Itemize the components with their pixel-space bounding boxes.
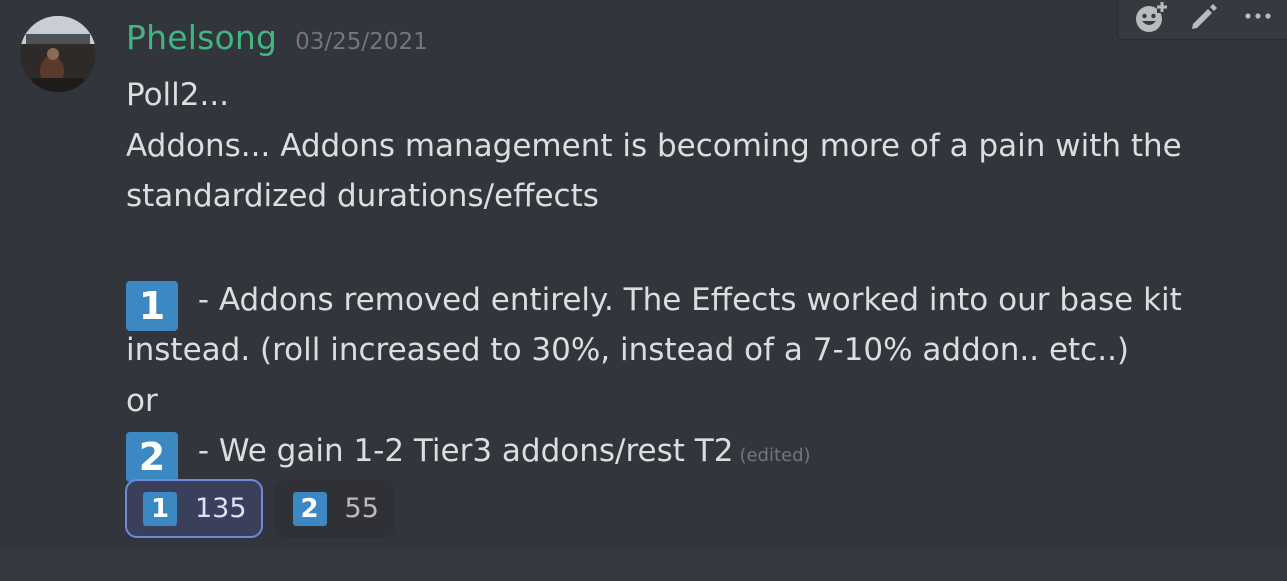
message-line: standardized durations/effects bbox=[126, 178, 599, 214]
message-line: Poll2... bbox=[126, 77, 230, 113]
more-icon bbox=[1245, 13, 1271, 19]
separator-text: or bbox=[126, 382, 158, 419]
message-header: Phelsong 03/25/2021 bbox=[126, 18, 428, 57]
reactions-bar: 1 135 2 55 bbox=[125, 479, 395, 538]
reaction-count: 55 bbox=[344, 493, 379, 524]
reaction-keycap-one[interactable]: 1 135 bbox=[125, 479, 263, 538]
user-avatar[interactable] bbox=[20, 16, 96, 92]
add-reaction-icon bbox=[1136, 1, 1167, 32]
keycap-two-emoji: 2 bbox=[126, 432, 178, 482]
option-2-text: - We gain 1-2 Tier3 addons/rest T2 bbox=[188, 433, 734, 469]
edited-label: (edited) bbox=[739, 445, 811, 466]
reaction-count: 135 bbox=[195, 493, 247, 524]
username[interactable]: Phelsong bbox=[126, 18, 277, 57]
message-content: Poll2... Addons... Addons management is … bbox=[126, 70, 1226, 482]
option-1-text: - Addons removed entirely. The Effects w… bbox=[188, 281, 1182, 318]
keycap-one-emoji: 1 bbox=[143, 491, 177, 526]
chat-message: Phelsong 03/25/2021 Poll2... Addons... A… bbox=[0, 0, 1287, 548]
option-2-line: 2 - We gain 1-2 Tier3 addons/rest T2 (edi… bbox=[126, 426, 1226, 482]
message-toolbar bbox=[1117, 0, 1287, 40]
add-reaction-button[interactable] bbox=[1130, 0, 1170, 36]
keycap-two-emoji: 2 bbox=[292, 491, 327, 526]
option-1-continuation: instead. (roll increased to 30%, instead… bbox=[126, 332, 1130, 368]
timestamp[interactable]: 03/25/2021 bbox=[295, 29, 428, 55]
message-line: Addons... Addons management is becoming … bbox=[126, 127, 1182, 164]
more-options-button[interactable] bbox=[1238, 0, 1278, 36]
keycap-one-emoji: 1 bbox=[126, 280, 178, 331]
edit-icon bbox=[1192, 4, 1217, 29]
edit-button[interactable] bbox=[1184, 0, 1224, 36]
option-1-line: 1 - Addons removed entirely. The Effects… bbox=[126, 275, 1226, 331]
avatar-image bbox=[20, 16, 96, 92]
reaction-keycap-two[interactable]: 2 55 bbox=[274, 479, 395, 538]
